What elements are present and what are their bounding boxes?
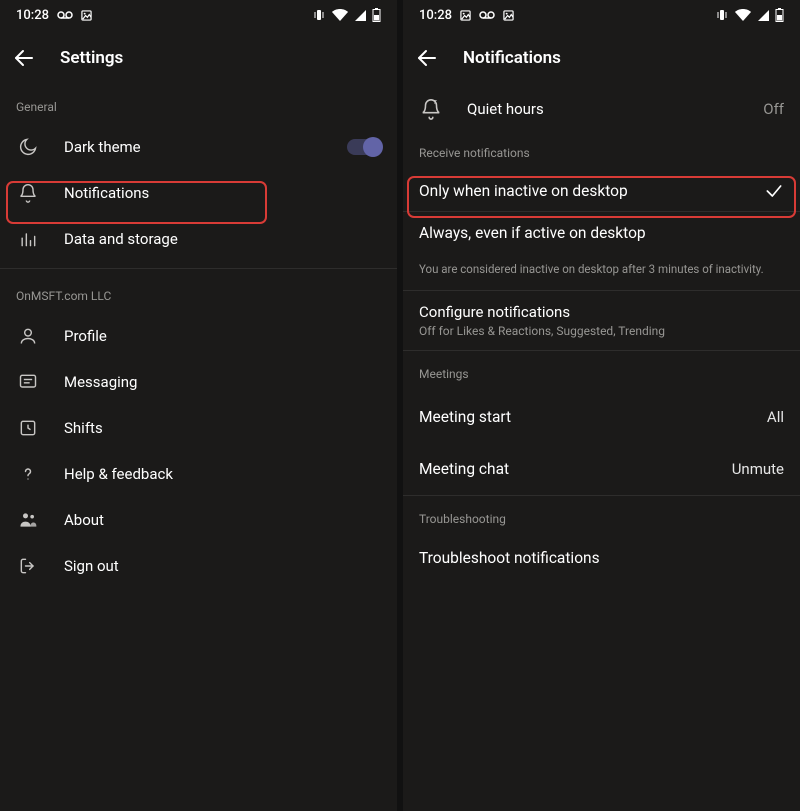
row-label: Meeting start	[419, 408, 511, 426]
wifi-icon	[332, 9, 348, 21]
section-heading-org: OnMSFT.com LLC	[0, 275, 397, 313]
clock-icon	[16, 416, 40, 440]
moon-icon	[16, 135, 40, 159]
app-bar: Settings	[0, 30, 397, 86]
person-icon	[16, 324, 40, 348]
row-label: Messaging	[64, 373, 381, 391]
page-title: Settings	[60, 48, 123, 68]
voicemail-icon	[479, 10, 495, 20]
bell-icon	[16, 181, 40, 205]
settings-row-about[interactable]: About	[0, 497, 397, 543]
settings-row-profile[interactable]: Profile	[0, 313, 397, 359]
row-label: Dark theme	[64, 138, 323, 156]
settings-row-messaging[interactable]: Messaging	[0, 359, 397, 405]
receive-option-inactive[interactable]: Only when inactive on desktop	[403, 170, 800, 212]
app-bar: Notifications	[403, 30, 800, 86]
row-label: Sign out	[64, 557, 381, 575]
vibrate-icon	[312, 8, 326, 22]
dark-theme-toggle[interactable]	[347, 139, 381, 155]
settings-row-signout[interactable]: Sign out	[0, 543, 397, 589]
status-bar: 10:28	[403, 0, 800, 30]
status-time: 10:28	[16, 8, 49, 23]
row-value: Off	[763, 100, 784, 118]
settings-row-data-storage[interactable]: Data and storage	[0, 216, 397, 262]
section-heading-general: General	[0, 86, 397, 124]
section-heading-meetings: Meetings	[403, 351, 800, 391]
divider	[0, 268, 397, 269]
help-icon	[16, 462, 40, 486]
inactive-note: You are considered inactive on desktop a…	[403, 254, 800, 290]
back-button[interactable]	[415, 46, 439, 70]
row-label: About	[64, 511, 381, 529]
receive-option-always[interactable]: Always, even if active on desktop	[403, 212, 800, 254]
back-button[interactable]	[12, 46, 36, 70]
teams-icon	[16, 508, 40, 532]
settings-row-notifications[interactable]: Notifications	[0, 170, 397, 216]
signout-icon	[16, 554, 40, 578]
image-icon	[460, 10, 471, 21]
battery-icon	[775, 8, 784, 22]
meeting-chat-row[interactable]: Meeting chat Unmute	[403, 443, 800, 495]
meeting-start-row[interactable]: Meeting start All	[403, 391, 800, 443]
row-value: Unmute	[732, 460, 784, 478]
status-bar: 10:28	[0, 0, 397, 30]
option-label: Only when inactive on desktop	[419, 182, 628, 200]
row-label: Meeting chat	[419, 460, 509, 478]
voicemail-icon	[57, 10, 73, 20]
page-title: Notifications	[463, 48, 561, 68]
phone-settings: 10:28	[0, 0, 397, 811]
quiet-hours-icon: z	[419, 97, 443, 121]
row-label: Troubleshoot notifications	[419, 549, 600, 567]
row-subtitle: Off for Likes & Reactions, Suggested, Tr…	[419, 324, 784, 338]
configure-notifications-row[interactable]: Configure notifications Off for Likes & …	[403, 291, 800, 350]
row-value: All	[767, 408, 784, 426]
signal-icon	[354, 9, 366, 21]
row-label: Configure notifications	[419, 303, 784, 321]
row-label: Data and storage	[64, 230, 381, 248]
bars-icon	[16, 227, 40, 251]
signal-icon	[757, 9, 769, 21]
row-label: Help & feedback	[64, 465, 381, 483]
section-heading-troubleshoot: Troubleshooting	[403, 496, 800, 536]
option-label: Always, even if active on desktop	[419, 224, 646, 242]
message-icon	[16, 370, 40, 394]
check-icon	[764, 181, 784, 201]
battery-icon	[372, 8, 381, 22]
svg-text:z: z	[434, 98, 437, 106]
row-label: Notifications	[64, 184, 381, 202]
phone-notifications: 10:28	[403, 0, 800, 811]
vibrate-icon	[715, 8, 729, 22]
row-label: Shifts	[64, 419, 381, 437]
status-time: 10:28	[419, 8, 452, 23]
image-icon	[503, 10, 514, 21]
row-label: Quiet hours	[467, 100, 739, 118]
wifi-icon	[735, 9, 751, 21]
quiet-hours-row[interactable]: z Quiet hours Off	[403, 86, 800, 132]
settings-row-help[interactable]: Help & feedback	[0, 451, 397, 497]
row-label: Profile	[64, 327, 381, 345]
troubleshoot-row[interactable]: Troubleshoot notifications	[403, 536, 800, 580]
settings-row-dark-theme[interactable]: Dark theme	[0, 124, 397, 170]
settings-row-shifts[interactable]: Shifts	[0, 405, 397, 451]
screenshots-pair: 10:28	[0, 0, 800, 811]
image-icon	[81, 10, 92, 21]
section-heading-receive: Receive notifications	[403, 132, 800, 170]
